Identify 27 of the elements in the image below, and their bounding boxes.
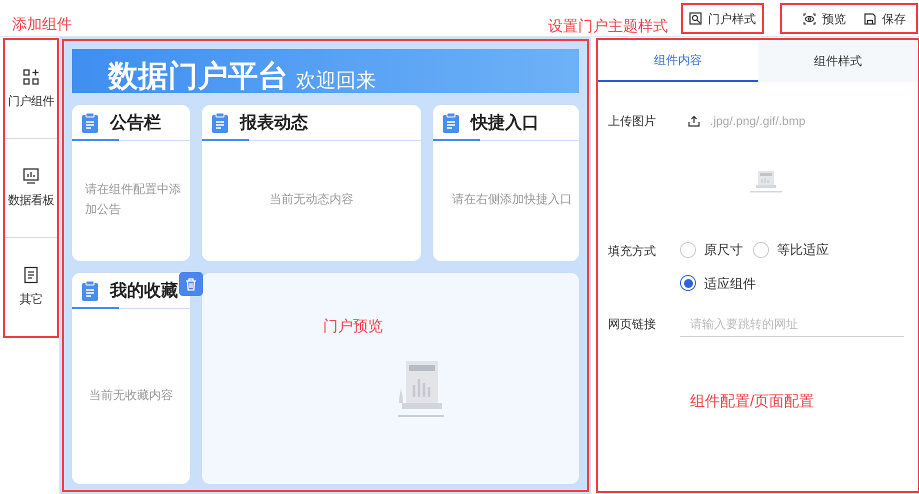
component-category-item[interactable]: 门户组件 — [5, 40, 57, 139]
annotation-label: 设置门户主题样式 — [548, 17, 668, 37]
card-title: 报表动态 — [240, 112, 308, 134]
annotation-label: 添加组件 — [12, 15, 72, 35]
card-title: 公告栏 — [110, 112, 161, 134]
field-label: 填充方式 — [608, 243, 656, 260]
preview-button[interactable]: 预览 — [803, 10, 846, 28]
empty-message: 请在右侧添加快捷入口 — [451, 191, 572, 208]
url-input-field[interactable]: 请输入要跳转的网址 — [680, 311, 904, 337]
banner-subtitle: 欢迎回来 — [296, 71, 376, 92]
empty-message: 当前无动态内容 — [270, 191, 354, 208]
fill-mode-radio[interactable]: 原尺寸 — [680, 240, 743, 260]
card-title: 快捷入口 — [471, 112, 539, 134]
field-label: 上传图片 — [608, 113, 656, 130]
component-category-item[interactable]: 其它 — [5, 238, 57, 336]
card-title: 我的收藏 — [110, 280, 178, 302]
annotation-label: 组件配置/页面配置 — [690, 392, 814, 412]
fill-mode-radio[interactable]: 等比适应 — [753, 240, 829, 260]
component-category-item[interactable]: 数据看板 — [5, 139, 57, 238]
empty-message: 请在组件配置中添加公告 — [84, 181, 182, 218]
annotation-label: 门户预览 — [323, 317, 383, 337]
fill-mode-radio[interactable]: 适应组件 — [680, 274, 756, 293]
empty-message: 当前无收藏内容 — [89, 386, 173, 404]
field-label: 网页链接 — [608, 316, 656, 333]
panel-tab[interactable]: 组件样式 — [758, 40, 918, 82]
banner-title: 数据门户平台 — [108, 62, 288, 92]
save-button[interactable]: 保存 — [864, 10, 906, 28]
